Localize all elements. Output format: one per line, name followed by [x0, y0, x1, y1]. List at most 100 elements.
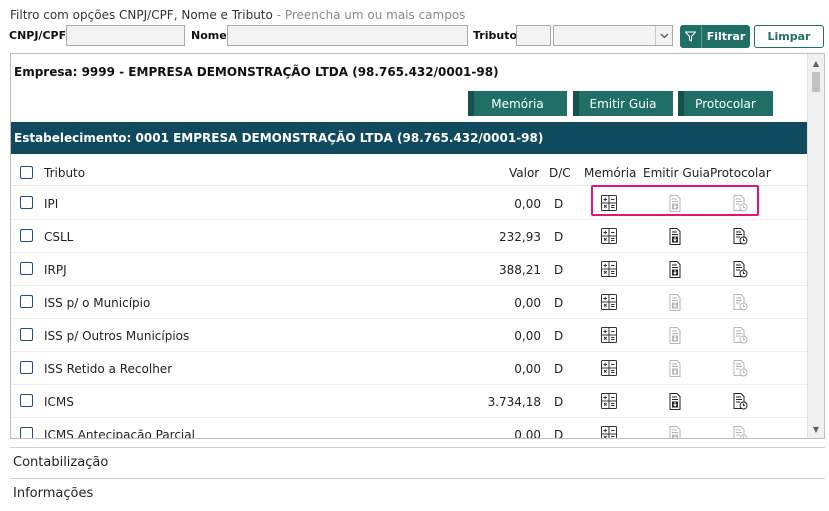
row-dc: D — [554, 329, 564, 343]
protocol-clock-icon[interactable] — [732, 261, 748, 278]
tributo-select[interactable] — [553, 25, 673, 46]
row-dc: D — [554, 197, 564, 211]
row-valor: 3.734,18 — [487, 395, 541, 409]
table-header: Tributo Valor D/C Memória Emitir Guia Pr… — [11, 158, 808, 186]
calculator-icon[interactable] — [601, 261, 617, 278]
cnpj-field[interactable] — [66, 25, 185, 46]
table-row: ICMS 3.734,18 D — [11, 385, 808, 418]
filter-caption-text: Filtro com opções CNPJ/CPF, Nome e Tribu… — [10, 8, 273, 22]
calculator-icon[interactable] — [601, 426, 617, 438]
row-tributo: ISS p/ Outros Municípios — [44, 329, 190, 343]
guia-download-icon — [667, 426, 683, 438]
guia-download-icon[interactable] — [667, 261, 683, 278]
row-dc: D — [554, 263, 564, 277]
clear-button[interactable]: Limpar — [754, 25, 824, 48]
filter-button-label: Filtrar — [706, 30, 746, 43]
header-protocolar: Protocolar — [710, 166, 771, 180]
row-tributo: ISS Retido a Recolher — [44, 362, 173, 376]
header-tributo: Tributo — [44, 166, 86, 180]
row-checkbox[interactable] — [20, 262, 33, 275]
tributo-code-field[interactable] — [516, 25, 551, 46]
select-all-checkbox[interactable] — [20, 166, 33, 179]
calculator-icon[interactable] — [601, 327, 617, 344]
table-row: ISS Retido a Recolher 0,00 D — [11, 352, 808, 385]
row-valor: 0,00 — [514, 428, 541, 439]
row-tributo: IPI — [44, 197, 59, 211]
vertical-scrollbar[interactable]: ▲ ▼ — [807, 54, 824, 438]
row-tributo: ISS p/ o Município — [44, 296, 151, 310]
row-tributo: ICMS Antecipação Parcial — [44, 428, 195, 439]
protocolar-action-label: Protocolar — [695, 96, 756, 111]
header-emitir-guia: Emitir Guia — [643, 166, 710, 180]
empresa-title: Empresa: 9999 - EMPRESA DEMONSTRAÇÃO LTD… — [14, 65, 499, 79]
section-contabilizacao[interactable]: Contabilização — [10, 447, 825, 477]
memoria-action-button[interactable]: Memória — [468, 91, 567, 116]
guia-download-icon — [667, 327, 683, 344]
row-valor: 388,21 — [499, 263, 541, 277]
guia-download-icon[interactable] — [667, 228, 683, 245]
row-tributo: CSLL — [44, 230, 74, 244]
funnel-icon — [680, 25, 702, 48]
nome-field[interactable] — [227, 25, 468, 46]
row-dc: D — [554, 296, 564, 310]
guia-download-icon[interactable] — [667, 393, 683, 410]
filter-bar: CNPJ/CPF Nome Tributo Filtrar Limpar — [0, 25, 829, 49]
filter-caption: Filtro com opções CNPJ/CPF, Nome e Tribu… — [10, 8, 465, 22]
header-memoria: Memória — [584, 166, 637, 180]
row-dc: D — [554, 230, 564, 244]
filter-hint: - Preencha um ou mais campos — [276, 8, 466, 22]
header-dc: D/C — [549, 166, 571, 180]
results-panel: Empresa: 9999 - EMPRESA DEMONSTRAÇÃO LTD… — [10, 53, 825, 439]
row-checkbox[interactable] — [20, 361, 33, 374]
scroll-thumb[interactable] — [812, 72, 820, 92]
emitir-guia-action-label: Emitir Guia — [589, 96, 657, 111]
highlight-box — [591, 185, 759, 216]
table-row: CSLL 232,93 D — [11, 220, 808, 253]
row-dc: D — [554, 395, 564, 409]
table-row: ISS p/ Outros Municípios 0,00 D — [11, 319, 808, 352]
tributo-label: Tributo — [473, 29, 518, 42]
row-dc: D — [554, 362, 564, 376]
row-checkbox[interactable] — [20, 295, 33, 308]
calculator-icon[interactable] — [601, 360, 617, 377]
row-checkbox[interactable] — [20, 229, 33, 242]
calculator-icon[interactable] — [601, 228, 617, 245]
row-checkbox[interactable] — [20, 427, 33, 438]
row-valor: 0,00 — [514, 197, 541, 211]
calculator-icon[interactable] — [601, 393, 617, 410]
row-checkbox[interactable] — [20, 394, 33, 407]
row-valor: 0,00 — [514, 362, 541, 376]
table-row: ISS p/ o Município 0,00 D — [11, 286, 808, 319]
cnpj-label: CNPJ/CPF — [9, 29, 67, 42]
section-informacoes[interactable]: Informações — [10, 478, 825, 508]
header-valor: Valor — [509, 166, 540, 180]
nome-label: Nome — [191, 29, 227, 42]
protocol-clock-icon — [732, 294, 748, 311]
guia-download-icon — [667, 294, 683, 311]
scroll-down-icon[interactable]: ▼ — [808, 421, 824, 437]
emitir-guia-action-button[interactable]: Emitir Guia — [573, 91, 673, 116]
row-tributo: ICMS — [44, 395, 74, 409]
estabelecimento-header: Estabelecimento: 0001 EMPRESA DEMONSTRAÇ… — [11, 122, 808, 154]
row-valor: 0,00 — [514, 329, 541, 343]
memoria-action-label: Memória — [491, 96, 544, 111]
scroll-up-icon[interactable]: ▲ — [808, 55, 824, 71]
row-checkbox[interactable] — [20, 196, 33, 209]
protocol-clock-icon[interactable] — [732, 393, 748, 410]
protocol-clock-icon[interactable] — [732, 228, 748, 245]
calculator-icon[interactable] — [601, 294, 617, 311]
row-checkbox[interactable] — [20, 328, 33, 341]
guia-download-icon — [667, 360, 683, 377]
row-tributo: IRPJ — [44, 263, 67, 277]
row-valor: 232,93 — [499, 230, 541, 244]
row-valor: 0,00 — [514, 296, 541, 310]
table-row: ICMS Antecipação Parcial 0,00 D — [11, 418, 808, 439]
filter-button[interactable]: Filtrar — [680, 25, 750, 48]
protocol-clock-icon — [732, 327, 748, 344]
protocolar-action-button[interactable]: Protocolar — [678, 91, 773, 116]
protocol-clock-icon — [732, 360, 748, 377]
chevron-down-icon[interactable] — [655, 26, 672, 45]
table-row: IRPJ 388,21 D — [11, 253, 808, 286]
protocol-clock-icon — [732, 426, 748, 438]
row-dc: D — [554, 428, 564, 439]
